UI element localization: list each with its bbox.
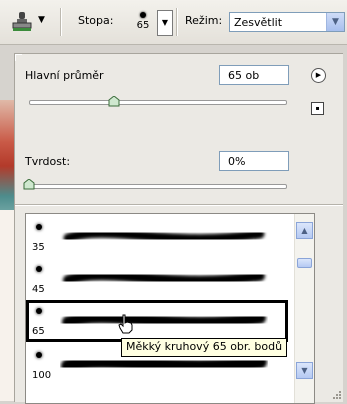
toolbar-separator — [176, 8, 178, 36]
new-preset-icon[interactable]: ▪ — [311, 102, 324, 115]
mode-label: Režim: — [185, 14, 223, 27]
brush-tooltip: Měkký kruhový 65 obr. bodů — [121, 338, 288, 357]
hand-cursor-icon — [118, 314, 134, 334]
brush-tip-icon — [36, 352, 42, 358]
toolbar-separator — [60, 8, 62, 36]
brush-preset-item[interactable]: 45 — [26, 258, 284, 300]
brush-preview[interactable]: 65 — [133, 8, 153, 38]
diameter-label: Hlavní průměr — [25, 69, 104, 82]
panel-corner — [15, 54, 22, 61]
scroll-up-icon[interactable]: ▲ — [296, 222, 313, 239]
resize-grip-icon[interactable] — [330, 388, 342, 400]
brush-preset-size: 100 — [32, 370, 52, 381]
brush-stroke-preview — [63, 228, 265, 244]
brush-tip-icon — [36, 224, 42, 230]
background-artwork — [0, 100, 14, 220]
mode-select[interactable]: Zesvětlit ▼ — [229, 12, 345, 32]
diameter-slider-thumb[interactable] — [108, 95, 120, 107]
brush-tip-icon — [36, 266, 42, 272]
brush-stroke-preview — [63, 270, 265, 286]
panel-divider — [15, 204, 343, 206]
brush-preset-list: 35 45 65 100 ▲ ▼ — [25, 213, 315, 404]
brush-preset-size: 65 — [32, 326, 45, 337]
brush-stroke-preview — [62, 311, 266, 329]
brush-preset-size: 45 — [32, 284, 45, 295]
hardness-field[interactable]: 0% — [219, 151, 289, 171]
mode-select-value: Zesvětlit — [234, 16, 283, 29]
scroll-down-icon[interactable]: ▼ — [296, 362, 313, 379]
brush-size-value: 65 — [136, 20, 150, 31]
hardness-slider-thumb[interactable] — [23, 178, 35, 190]
brush-tip-icon — [140, 12, 146, 18]
brush-label: Stopa: — [78, 14, 114, 27]
diameter-field[interactable]: 65 ob — [219, 65, 289, 85]
tool-preset-dropdown-icon[interactable]: ▼ — [38, 15, 45, 25]
background-canvas — [0, 210, 14, 401]
diameter-slider[interactable] — [29, 100, 287, 105]
brush-preset-item[interactable]: 35 — [26, 216, 284, 258]
hardness-label: Tvrdost: — [25, 155, 71, 168]
options-toolbar: ▼ Stopa: 65 ▼ Režim: Zesvětlit ▼ — [0, 0, 347, 45]
brush-picker-button[interactable]: ▼ — [157, 10, 173, 36]
brush-preset-item-selected[interactable]: 65 — [26, 300, 288, 342]
chevron-down-icon[interactable]: ▼ — [326, 13, 344, 31]
brush-tip-icon — [36, 308, 42, 314]
hardness-slider[interactable] — [29, 184, 287, 189]
stamp-icon[interactable] — [10, 10, 34, 34]
brush-preset-size: 35 — [32, 242, 45, 253]
play-icon[interactable]: ▶ — [311, 68, 326, 83]
brush-list-scrollbar[interactable]: ▲ ▼ — [294, 214, 314, 403]
scrollbar-thumb[interactable] — [297, 258, 312, 268]
